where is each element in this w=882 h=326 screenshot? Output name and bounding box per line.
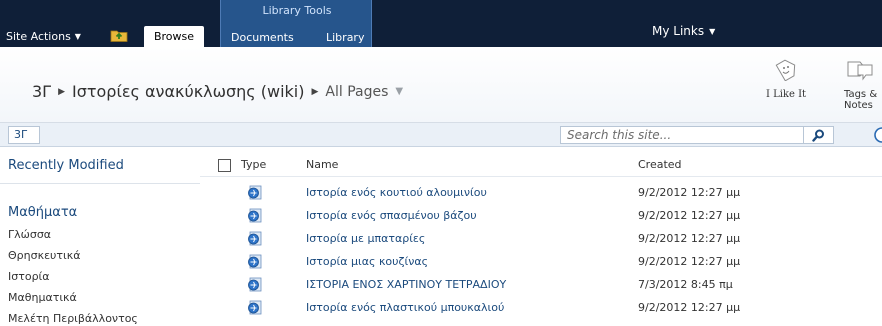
tag-smile-icon: [775, 59, 796, 82]
nav-divider: [0, 183, 200, 184]
wiki-page-icon: [248, 208, 262, 223]
tab-browse[interactable]: Browse: [144, 26, 204, 47]
table-row[interactable]: Ιστορία με μπαταρίες 9/2/2012 12:27 μμ: [200, 228, 882, 249]
library-tools-label: Library Tools: [262, 4, 332, 17]
breadcrumb-separator-icon: ▶: [311, 86, 319, 97]
library-tools-group: Library Tools Documents Library: [220, 0, 372, 47]
help-icon[interactable]: [868, 127, 882, 143]
i-like-it-label: I Like It: [765, 89, 807, 100]
row-created: 9/2/2012 12:27 μμ: [638, 186, 741, 199]
nav-item[interactable]: Μελέτη Περιβάλλοντος: [8, 312, 138, 325]
table-row[interactable]: Ιστορία ενός σπασμένου βάζου 9/2/2012 12…: [200, 205, 882, 226]
breadcrumb-library[interactable]: Ιστορίες ανακύκλωσης (wiki): [72, 82, 304, 101]
search-input[interactable]: [560, 126, 804, 144]
pages-list: Type Name Created Ιστορία ενός κουτιού α…: [200, 147, 882, 326]
row-name-link[interactable]: Ιστορία ενός πλαστικού μπουκαλιού: [306, 301, 504, 314]
my-links-menu[interactable]: My Links ▼: [652, 24, 715, 38]
row-created: 7/3/2012 8:45 πμ: [638, 278, 733, 291]
nav-heading-lessons[interactable]: Μαθήματα: [8, 205, 77, 220]
top-link-bar: 3Γ: [0, 123, 882, 147]
wiki-page-icon: [248, 254, 262, 269]
tab-documents[interactable]: Documents: [231, 31, 294, 44]
search-button[interactable]: [804, 126, 834, 144]
table-row[interactable]: ΙΣΤΟΡΙΑ ΕΝΟΣ ΧΑΡΤΙΝΟΥ ΤΕΤΡΑΔΙΟΥ 7/3/2012…: [200, 274, 882, 295]
tags-notes-button[interactable]: Tags & Notes: [844, 59, 882, 111]
ribbon-bar: Site Actions ▼ Browse Library Tools Docu…: [0, 0, 882, 47]
row-name-link[interactable]: Ιστορία με μπαταρίες: [306, 232, 425, 245]
table-row[interactable]: Ιστορία μιας κουζίνας 9/2/2012 12:27 μμ: [200, 251, 882, 272]
recently-modified-heading[interactable]: Recently Modified: [8, 158, 124, 173]
row-name-link[interactable]: ΙΣΤΟΡΙΑ ΕΝΟΣ ΧΑΡΤΙΝΟΥ ΤΕΤΡΑΔΙΟΥ: [306, 278, 506, 291]
select-all-checkbox[interactable]: [218, 159, 231, 172]
tags-notes-line1: Tags &: [844, 89, 878, 100]
breadcrumb-separator-icon: ▶: [58, 86, 66, 97]
site-actions-label: Site Actions: [6, 29, 71, 43]
breadcrumb: 3Γ ▶ Ιστορίες ανακύκλωσης (wiki) ▶ All P…: [32, 82, 403, 101]
nav-item[interactable]: Θρησκευτικά: [8, 249, 80, 262]
i-like-it-button[interactable]: I Like It: [762, 59, 810, 100]
tags-notes-line2: Notes: [844, 100, 873, 111]
chevron-down-icon: ▼: [709, 26, 716, 36]
quick-launch: Recently Modified Μαθήματα Γλώσσα Θρησκε…: [0, 147, 200, 326]
chevron-down-icon: ▼: [74, 31, 81, 41]
wiki-page-icon: [248, 277, 262, 292]
wiki-page-icon: [248, 231, 262, 246]
wiki-page-icon: [248, 185, 262, 200]
navigate-up-icon[interactable]: [110, 27, 128, 42]
nav-item[interactable]: Γλώσσα: [8, 228, 51, 241]
nav-item[interactable]: Ιστορία: [8, 270, 50, 283]
breadcrumb-site[interactable]: 3Γ: [32, 82, 51, 101]
column-header-name[interactable]: Name: [306, 158, 338, 171]
breadcrumb-view[interactable]: All Pages: [325, 84, 388, 100]
table-row[interactable]: Ιστορία ενός πλαστικού μπουκαλιού 9/2/20…: [200, 297, 882, 318]
title-area: 3Γ ▶ Ιστορίες ανακύκλωσης (wiki) ▶ All P…: [0, 47, 882, 123]
wiki-page-icon: [248, 300, 262, 315]
table-row[interactable]: Ιστορία ενός κουτιού αλουμινίου 9/2/2012…: [200, 182, 882, 203]
row-created: 9/2/2012 12:27 μμ: [638, 301, 741, 314]
row-created: 9/2/2012 12:27 μμ: [638, 255, 741, 268]
tab-library[interactable]: Library: [326, 31, 364, 44]
chevron-down-icon[interactable]: ▼: [395, 86, 403, 97]
row-name-link[interactable]: Ιστορία ενός σπασμένου βάζου: [306, 209, 477, 222]
site-actions-menu[interactable]: Site Actions ▼: [6, 25, 81, 47]
my-links-label: My Links: [652, 24, 705, 38]
nav-item[interactable]: Μαθηματικά: [8, 291, 77, 304]
row-name-link[interactable]: Ιστορία ενός κουτιού αλουμινίου: [306, 186, 487, 199]
tags-notes-label: Tags & Notes: [844, 89, 882, 111]
top-nav-home[interactable]: 3Γ: [8, 126, 40, 144]
search-icon: [812, 129, 824, 142]
row-name-link[interactable]: Ιστορία μιας κουζίνας: [306, 255, 428, 268]
column-header-created[interactable]: Created: [638, 158, 682, 171]
row-created: 9/2/2012 12:27 μμ: [638, 209, 741, 222]
row-created: 9/2/2012 12:27 μμ: [638, 232, 741, 245]
tags-notes-icon: [847, 61, 873, 81]
list-header: Type Name Created: [200, 147, 882, 177]
column-header-type[interactable]: Type: [241, 158, 266, 171]
